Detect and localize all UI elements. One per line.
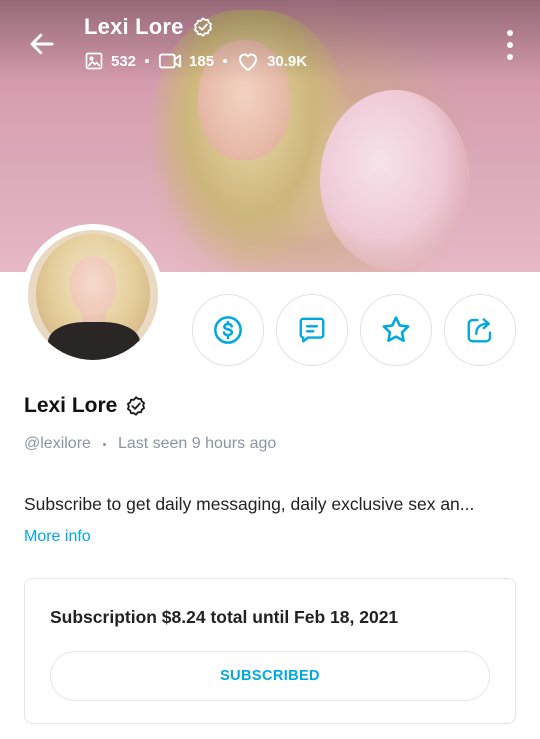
photos-stat[interactable]: 532 (84, 51, 136, 71)
avatar[interactable] (22, 224, 164, 366)
profile-name: Lexi Lore (24, 394, 118, 417)
profile-handle: @lexilore (24, 435, 91, 452)
message-button[interactable] (276, 294, 348, 366)
header-name: Lexi Lore (84, 14, 184, 39)
subscription-text: Subscription $8.24 total until Feb 18, 2… (50, 607, 399, 627)
likes-count: 30.9K (267, 52, 308, 70)
more-options-button[interactable] (502, 30, 518, 60)
header-stats: 532 185 30.9K (84, 50, 307, 72)
verified-icon (127, 396, 146, 416)
profile-bio: Subscribe to get daily messaging, daily … (24, 494, 475, 514)
subscription-card: Subscription $8.24 total until Feb 18, 2… (24, 578, 516, 724)
subscribed-button[interactable]: SUBSCRIBED (50, 651, 490, 701)
message-icon (299, 317, 325, 343)
star-icon (382, 316, 410, 343)
video-icon (158, 53, 182, 69)
header-title-block: Lexi Lore 532 185 30.9K (84, 14, 307, 72)
likes-stat: 30.9K (236, 50, 307, 72)
videos-count: 185 (189, 52, 215, 70)
tip-dollar-icon (214, 316, 242, 344)
back-button[interactable] (22, 24, 62, 64)
share-icon (467, 318, 492, 343)
favorite-button[interactable] (360, 294, 432, 366)
last-seen: Last seen 9 hours ago (117, 435, 277, 452)
heart-icon (239, 53, 258, 71)
profile-name-row: Lexi Lore (24, 394, 147, 418)
profile-meta: @lexilore Last seen 9 hours ago (24, 435, 276, 453)
image-icon (85, 52, 103, 70)
share-button[interactable] (444, 294, 516, 366)
photos-count: 532 (111, 52, 137, 70)
verified-icon (193, 17, 212, 37)
arrow-left-icon (30, 33, 54, 55)
tip-button[interactable] (192, 294, 264, 366)
more-info-link[interactable]: More info (24, 528, 91, 546)
videos-stat[interactable]: 185 (158, 51, 214, 71)
more-vertical-icon (507, 30, 513, 36)
